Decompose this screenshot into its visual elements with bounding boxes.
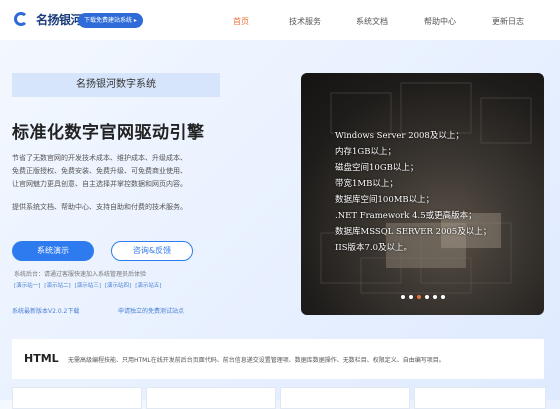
carousel-dots [301, 295, 544, 299]
feature-card[interactable] [12, 387, 142, 409]
logo-icon [14, 10, 36, 28]
hero-description: 节省了无数官网的开发技术成本、维护成本、升级成本、 免费正版授权、免费安装、免费… [12, 152, 212, 191]
feature-card[interactable] [414, 387, 546, 409]
demo-site-link[interactable]: [演示站一] [14, 281, 40, 289]
carousel-dot-active[interactable] [416, 295, 421, 299]
carousel-dot[interactable] [424, 295, 429, 299]
top-navigation-bar: 名扬银河 下载免费建站系统 ▸ 首页 技术服务 系统文档 帮助中心 更新日志 [0, 0, 560, 40]
html-card-title: HTML [24, 352, 59, 365]
requirement-line: 磁盘空间10GB以上； [335, 163, 419, 173]
apply-test-site-link[interactable]: 申请独立的免费测试站点 [118, 306, 184, 315]
nav-home[interactable]: 首页 [233, 16, 249, 27]
carousel-dot[interactable] [432, 295, 437, 299]
requirement-line: .NET Framework 4.5或更高版本； [335, 211, 477, 221]
nav-tech-service[interactable]: 技术服务 [289, 16, 321, 27]
hero-subtitle: 名扬银河数字系统 [12, 73, 220, 97]
requirement-line: 数据库MSSQL SERVER 2005及以上； [335, 227, 492, 237]
carousel-dot[interactable] [440, 295, 445, 299]
requirement-line: 带宽1MB以上； [335, 179, 398, 189]
requirement-line: IIS版本7.0及以上。 [335, 243, 413, 253]
requirement-line: 内存1GB以上； [335, 147, 396, 157]
download-system-button[interactable]: 下载免费建站系统 ▸ [78, 13, 143, 28]
carousel-dot[interactable] [408, 295, 413, 299]
feature-card[interactable] [146, 387, 276, 409]
demo-site-link[interactable]: [演示站三] [75, 281, 101, 289]
nav-changelog[interactable]: 更新日志 [492, 16, 524, 27]
latest-version-download-link[interactable]: 系统最新版本V2.0.2下载 [12, 306, 79, 315]
system-demo-button[interactable]: 系统演示 [12, 241, 94, 261]
description-line: 免费正版授权、免费安装、免费升级、可免费商业使用、 [12, 167, 187, 175]
html-feature-card: HTML 无需高级编程技能、只用HTML在线开发前后台页面代码、前台信息递交设置… [12, 339, 544, 379]
demo-site-link[interactable]: [演示站五] [135, 281, 161, 289]
description-line: 让官网魅力更具创意、自主选择并掌控数据和网页内容。 [12, 180, 187, 188]
feature-card[interactable] [280, 387, 410, 409]
demo-site-links: [演示站一] [演示站二] [演示站三] [演示站四] [演示站五] [14, 281, 161, 289]
admin-access-note: 系统后台：请通过客服快速加入系统管理员后体验 [14, 271, 147, 278]
carousel-dot[interactable] [400, 295, 405, 299]
site-logo[interactable]: 名扬银河 [14, 10, 83, 28]
consult-feedback-button[interactable]: 咨询&反馈 [111, 241, 193, 261]
demo-site-link[interactable]: [演示站二] [44, 281, 70, 289]
requirement-line: 数据库空间100MB以上； [335, 195, 435, 205]
hero-headline: 标准化数字官网驱动引擎 [12, 123, 205, 143]
hero-description-secondary: 提供系统文档、帮助中心、支持自助和付费的技术服务。 [12, 203, 187, 211]
demo-site-link[interactable]: [演示站四] [105, 281, 131, 289]
nav-docs[interactable]: 系统文档 [356, 16, 388, 27]
nav-help-center[interactable]: 帮助中心 [424, 16, 456, 27]
html-card-text: 无需高级编程技能、只用HTML在线开发前后台页面代码、前台信息递交设置管理项、数… [68, 357, 445, 364]
logo-text: 名扬银河 [36, 12, 83, 27]
description-line: 节省了无数官网的开发技术成本、维护成本、升级成本、 [12, 154, 187, 162]
hero-carousel[interactable]: Windows Server 2008及以上； 内存1GB以上； 磁盘空间10G… [301, 73, 544, 315]
requirement-line: Windows Server 2008及以上； [335, 131, 464, 141]
